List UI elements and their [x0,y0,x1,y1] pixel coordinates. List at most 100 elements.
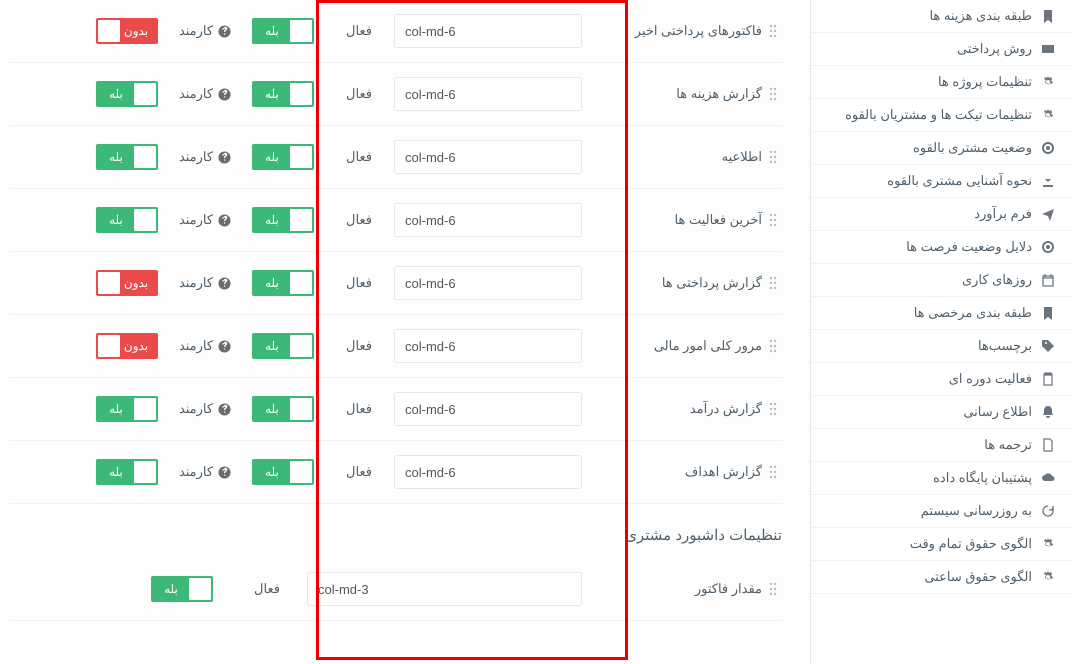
nav-item-7[interactable]: دلایل وضعیت فرصت ها [811,231,1072,264]
help-icon[interactable] [217,87,231,101]
active-toggle[interactable]: بله [252,207,314,233]
nav-item-9[interactable]: طبقه بندی مرخصی ها [811,297,1072,330]
widget-row-4: گزارش پرداختی هافعالبلهکارمندبدون [10,252,782,315]
main-content: فاکتورهای پرداختی اخیرفعالبلهکارمندبدونگ… [0,0,810,664]
drag-handle-icon[interactable] [764,581,782,597]
help-icon[interactable] [217,213,231,227]
staff-toggle[interactable]: بدون [96,270,158,296]
class-input-wrap [394,77,582,111]
target-icon [1040,239,1056,255]
toggle-knob [290,335,312,357]
toggle-knob [134,209,156,231]
class-input[interactable] [394,329,582,363]
widget-name: آخرین فعالیت ها [582,212,764,228]
active-toggle[interactable]: بله [252,459,314,485]
toggle-knob [290,146,312,168]
active-toggle[interactable]: بله [252,396,314,422]
active-label: فعال [324,86,394,102]
nav-label: تنظیمات پروژه ها [938,74,1032,90]
nav-item-10[interactable]: برچسب‌ها [811,330,1072,363]
staff-toggle[interactable]: بله [96,396,158,422]
staff-toggle[interactable]: بدون [96,333,158,359]
plane-icon [1040,206,1056,222]
widget-name: گزارش پرداختی ها [582,275,764,291]
nav-item-8[interactable]: روزهای کاری [811,264,1072,297]
staff-label: کارمند [168,212,242,228]
active-label: فعال [324,149,394,165]
widget-row-7: گزارش اهداففعالبلهکارمندبله [10,441,782,504]
help-icon[interactable] [217,150,231,164]
class-input-wrap [394,266,582,300]
class-input-wrap [307,572,582,606]
active-toggle[interactable]: بله [252,18,314,44]
class-input[interactable] [394,203,582,237]
download-icon [1040,173,1056,189]
nav-item-6[interactable]: فرم برآورد [811,198,1072,231]
class-input[interactable] [394,77,582,111]
drag-handle-icon[interactable] [764,401,782,417]
class-input[interactable] [394,140,582,174]
customer-dashboard-table: مقدار فاکتورفعالبله [10,558,782,621]
class-input-wrap [394,14,582,48]
active-toggle[interactable]: بله [151,576,213,602]
nav-item-12[interactable]: اطلاع رسانی [811,396,1072,429]
staff-label: کارمند [168,338,242,354]
drag-handle-icon[interactable] [764,275,782,291]
nav-label: نحوه آشنایی مشتری بالقوه [887,173,1032,189]
toggle-knob [134,398,156,420]
nav-label: فرم برآورد [974,206,1032,222]
staff-toggle[interactable]: بله [96,459,158,485]
help-icon[interactable] [217,465,231,479]
help-icon[interactable] [217,339,231,353]
widget-name: گزارش درآمد [582,401,764,417]
nav-label: وضعیت مشتری بالقوه [913,140,1032,156]
staff-toggle[interactable]: بله [96,144,158,170]
drag-handle-icon[interactable] [764,23,782,39]
active-label: فعال [324,23,394,39]
active-toggle[interactable]: بله [252,144,314,170]
nav-item-4[interactable]: وضعیت مشتری بالقوه [811,132,1072,165]
drag-handle-icon[interactable] [764,338,782,354]
active-toggle[interactable]: بله [252,81,314,107]
nav-item-15[interactable]: به روزرسانی سیستم [811,495,1072,528]
nav-label: روزهای کاری [962,272,1032,288]
class-input[interactable] [394,455,582,489]
class-input[interactable] [307,572,582,606]
widget-name: اطلاعیه [582,149,764,165]
class-input[interactable] [394,266,582,300]
staff-toggle[interactable]: بله [96,207,158,233]
help-icon[interactable] [217,24,231,38]
toggle-knob [290,83,312,105]
toggle-knob [290,272,312,294]
nav-item-16[interactable]: الگوی حقوق تمام وقت [811,528,1072,561]
drag-handle-icon[interactable] [764,149,782,165]
drag-handle-icon[interactable] [764,212,782,228]
nav-item-17[interactable]: الگوی حقوق ساعتی [811,561,1072,594]
nav-item-5[interactable]: نحوه آشنایی مشتری بالقوه [811,165,1072,198]
active-toggle[interactable]: بله [252,333,314,359]
file-icon [1040,437,1056,453]
nav-item-14[interactable]: پشتیبان پایگاه داده [811,462,1072,495]
nav-item-3[interactable]: تنظیمات تیکت ها و مشتریان بالقوه [811,99,1072,132]
class-input[interactable] [394,392,582,426]
class-input[interactable] [394,14,582,48]
nav-label: طبقه بندی هزینه ها [929,8,1032,24]
help-icon[interactable] [217,276,231,290]
drag-handle-icon[interactable] [764,464,782,480]
nav-item-11[interactable]: فعالیت دوره ای [811,363,1072,396]
active-toggle[interactable]: بله [252,270,314,296]
dashboard-widgets-table: فاکتورهای پرداختی اخیرفعالبلهکارمندبدونگ… [10,0,782,504]
drag-handle-icon[interactable] [764,86,782,102]
nav-item-2[interactable]: تنظیمات پروژه ها [811,66,1072,99]
bookmark-icon [1040,8,1056,24]
toggle-knob [134,83,156,105]
toggle-knob [134,146,156,168]
nav-item-1[interactable]: روش پرداختی [811,33,1072,66]
staff-toggle[interactable]: بدون [96,18,158,44]
staff-label: کارمند [168,23,242,39]
help-icon[interactable] [217,402,231,416]
staff-label: کارمند [168,275,242,291]
staff-toggle[interactable]: بله [96,81,158,107]
nav-item-0[interactable]: طبقه بندی هزینه ها [811,0,1072,33]
nav-item-13[interactable]: ترجمه ها [811,429,1072,462]
